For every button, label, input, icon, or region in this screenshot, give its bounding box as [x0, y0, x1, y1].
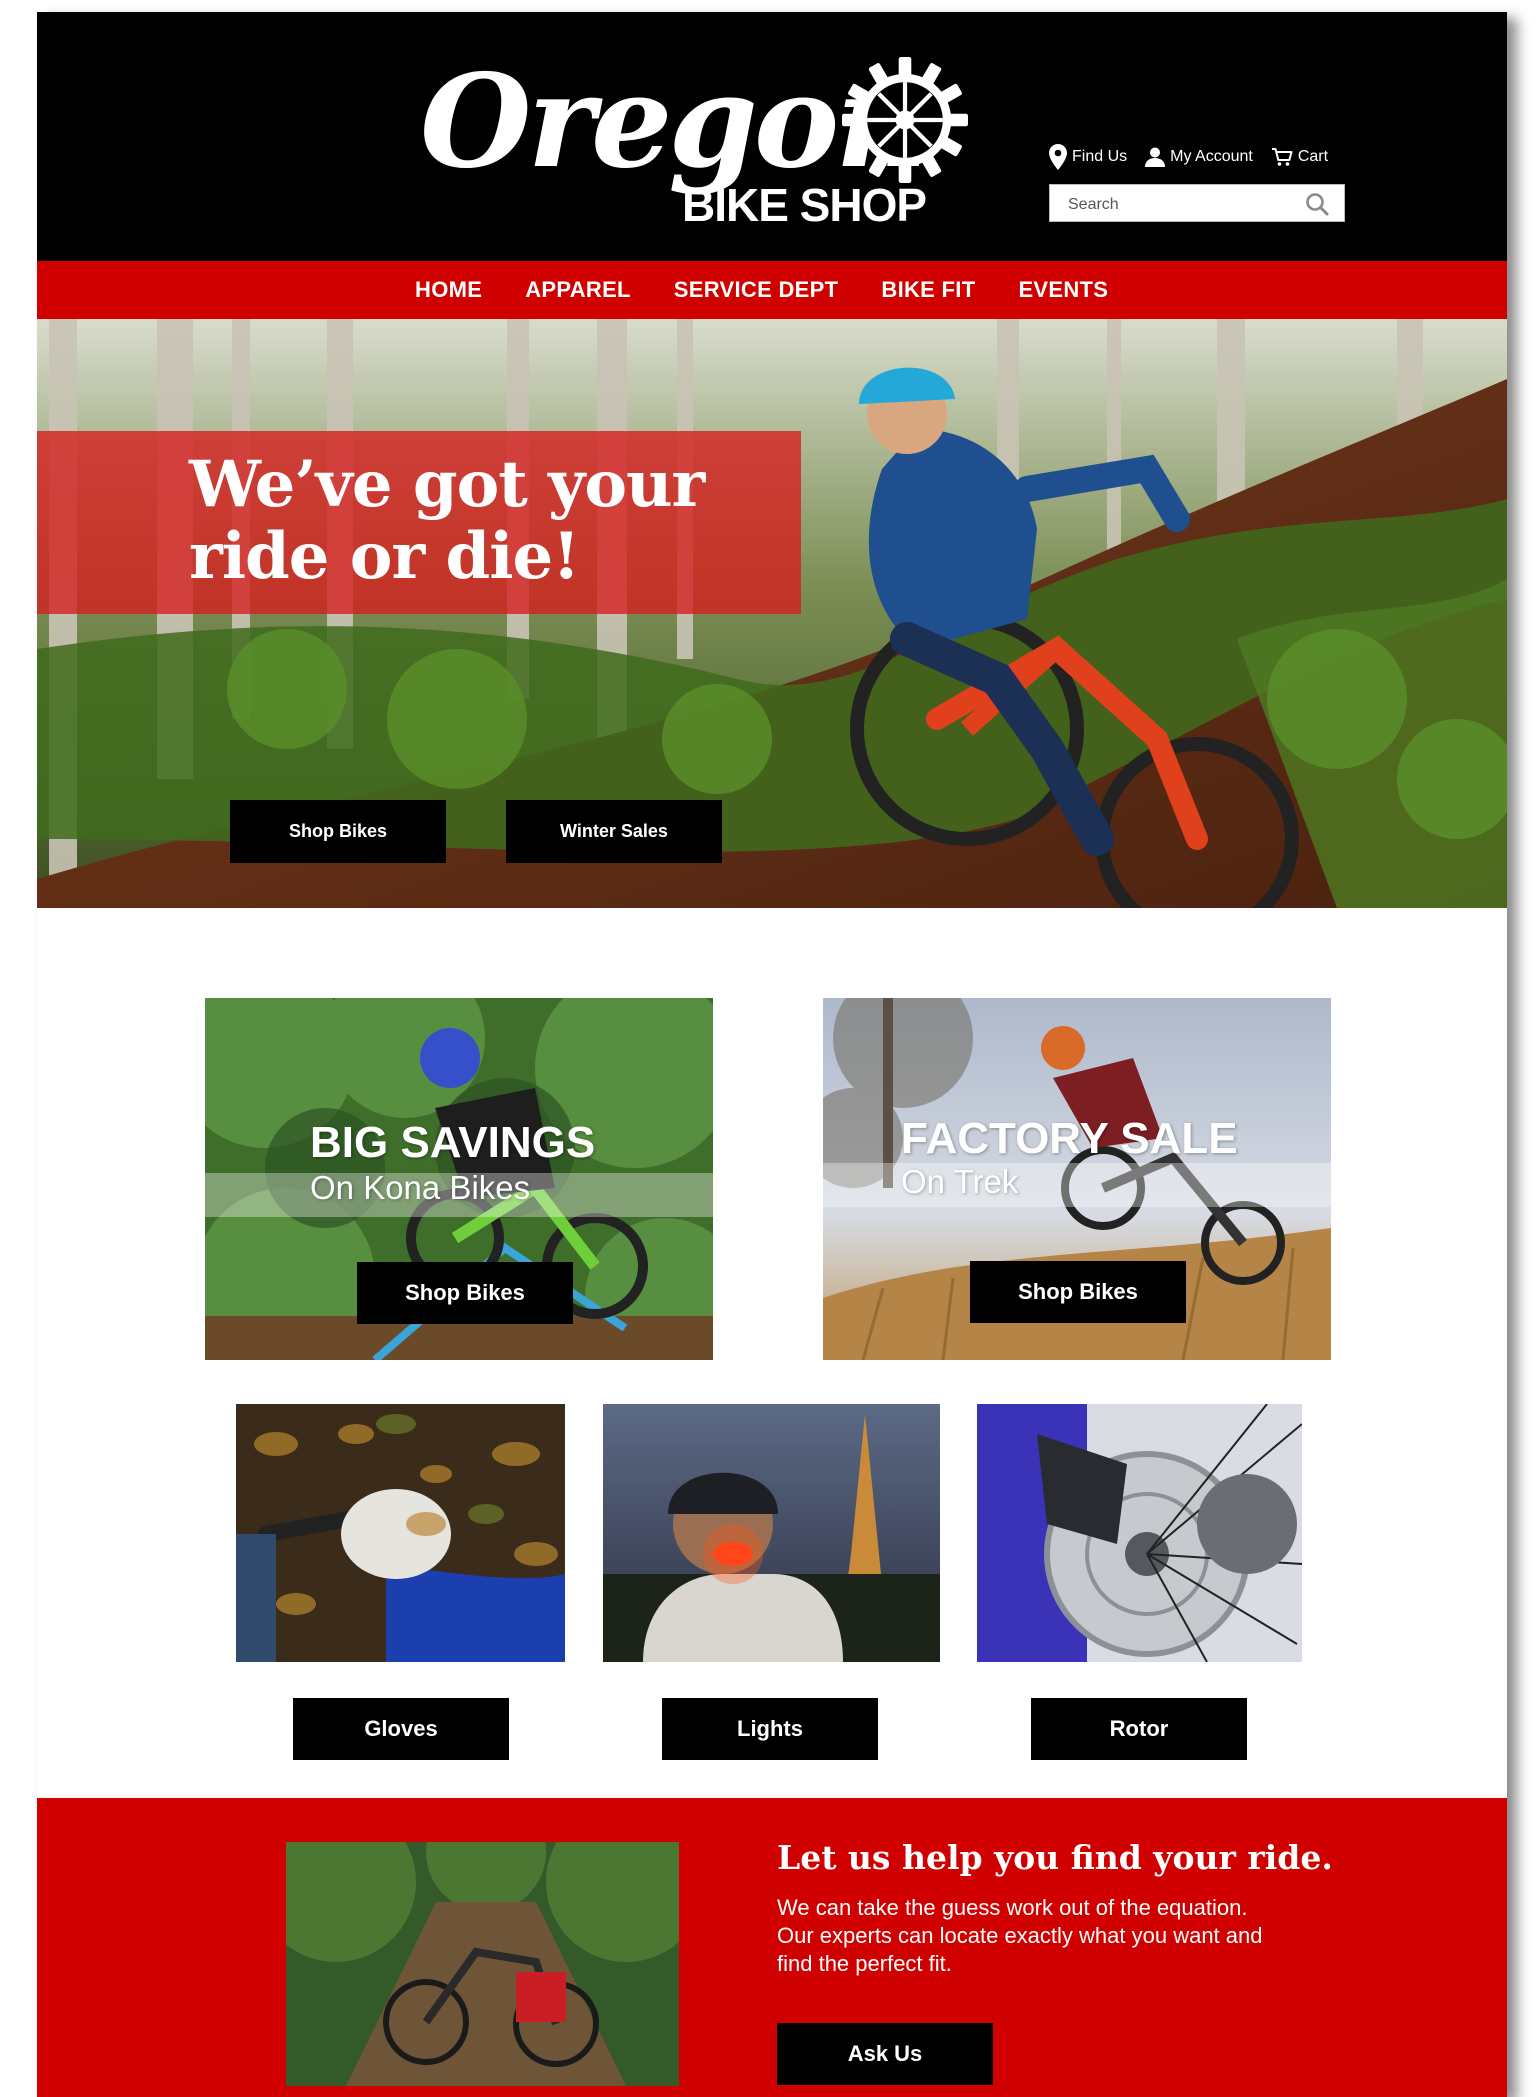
- promo-shop-bikes-button[interactable]: Shop Bikes: [357, 1262, 573, 1324]
- promo-shop-bikes-button[interactable]: Shop Bikes: [970, 1261, 1186, 1323]
- nav-item-events[interactable]: EVENTS: [1018, 277, 1108, 303]
- lights-button[interactable]: Lights: [662, 1698, 878, 1760]
- help-image: [286, 1842, 679, 2086]
- promo-card-kona: BIG SAVINGS On Kona Bikes Shop Bikes: [205, 998, 713, 1360]
- cart-link[interactable]: Cart: [1271, 147, 1328, 167]
- promo-title: BIG SAVINGS: [310, 1118, 596, 1167]
- promo-subtitle: On Kona Bikes: [310, 1169, 531, 1206]
- promo-band: [823, 1163, 1331, 1207]
- hero-title-line-1: We’ve got your: [189, 447, 705, 522]
- help-title: Let us help you find your ride.: [777, 1838, 1333, 1877]
- my-account-link[interactable]: My Account: [1145, 147, 1253, 167]
- search-box: [1049, 184, 1345, 222]
- gloves-button[interactable]: Gloves: [293, 1698, 509, 1760]
- header: Oregon BIKE SHOP Find Us My Account Cart…: [37, 12, 1507, 261]
- ask-us-button[interactable]: Ask Us: [777, 2023, 993, 2085]
- my-account-label: My Account: [1170, 148, 1253, 165]
- help-section: Let us help you find your ride. We can t…: [37, 1798, 1507, 2097]
- shop-bikes-button[interactable]: Shop Bikes: [230, 800, 446, 863]
- find-us-link[interactable]: Find Us: [1049, 144, 1127, 170]
- page: Oregon BIKE SHOP Find Us My Account Cart…: [37, 12, 1507, 2097]
- hero-title: We’ve got your ride or die!: [189, 449, 789, 593]
- user-icon: [1145, 147, 1166, 167]
- nav-item-apparel[interactable]: APPAREL: [525, 277, 631, 303]
- nav-item-bike-fit[interactable]: BIKE FIT: [881, 277, 975, 303]
- promo-card-trek: FACTORY SALE On Trek Shop Bikes: [823, 998, 1331, 1360]
- search-input[interactable]: [1050, 185, 1300, 221]
- shop-logo[interactable]: Oregon BIKE SHOP: [420, 47, 1017, 237]
- location-pin-icon: [1049, 144, 1067, 170]
- hero-title-line-2: ride or die!: [189, 519, 580, 594]
- product-image-rotor[interactable]: [977, 1404, 1302, 1662]
- promo-title: FACTORY SALE: [901, 1114, 1238, 1163]
- product-image-lights[interactable]: [603, 1404, 940, 1662]
- product-image-gloves[interactable]: [236, 1404, 565, 1662]
- logo-subtitle-text: BIKE SHOP: [682, 179, 927, 231]
- promo-subtitle: On Trek: [901, 1163, 1019, 1200]
- cart-icon: [1271, 147, 1293, 167]
- gear-icon: [842, 57, 968, 183]
- help-body: We can take the guess work out of the eq…: [777, 1894, 1337, 1978]
- winter-sales-button[interactable]: Winter Sales: [506, 800, 722, 863]
- utility-links: Find Us My Account Cart: [1049, 144, 1328, 170]
- hero-section: We’ve got your ride or die! Shop Bikes W…: [37, 319, 1507, 908]
- find-us-label: Find Us: [1072, 148, 1128, 165]
- search-icon[interactable]: [1304, 191, 1330, 217]
- main-nav: HOME APPAREL SERVICE DEPT BIKE FIT EVENT…: [37, 261, 1507, 319]
- help-body-line: find the perfect fit.: [777, 1951, 952, 1976]
- rotor-button[interactable]: Rotor: [1031, 1698, 1247, 1760]
- cart-label: Cart: [1297, 148, 1329, 165]
- nav-item-service-dept[interactable]: SERVICE DEPT: [674, 277, 839, 303]
- help-body-line: We can take the guess work out of the eq…: [777, 1895, 1248, 1920]
- nav-item-home[interactable]: HOME: [415, 277, 482, 303]
- help-body-line: Our experts can locate exactly what you …: [777, 1923, 1263, 1948]
